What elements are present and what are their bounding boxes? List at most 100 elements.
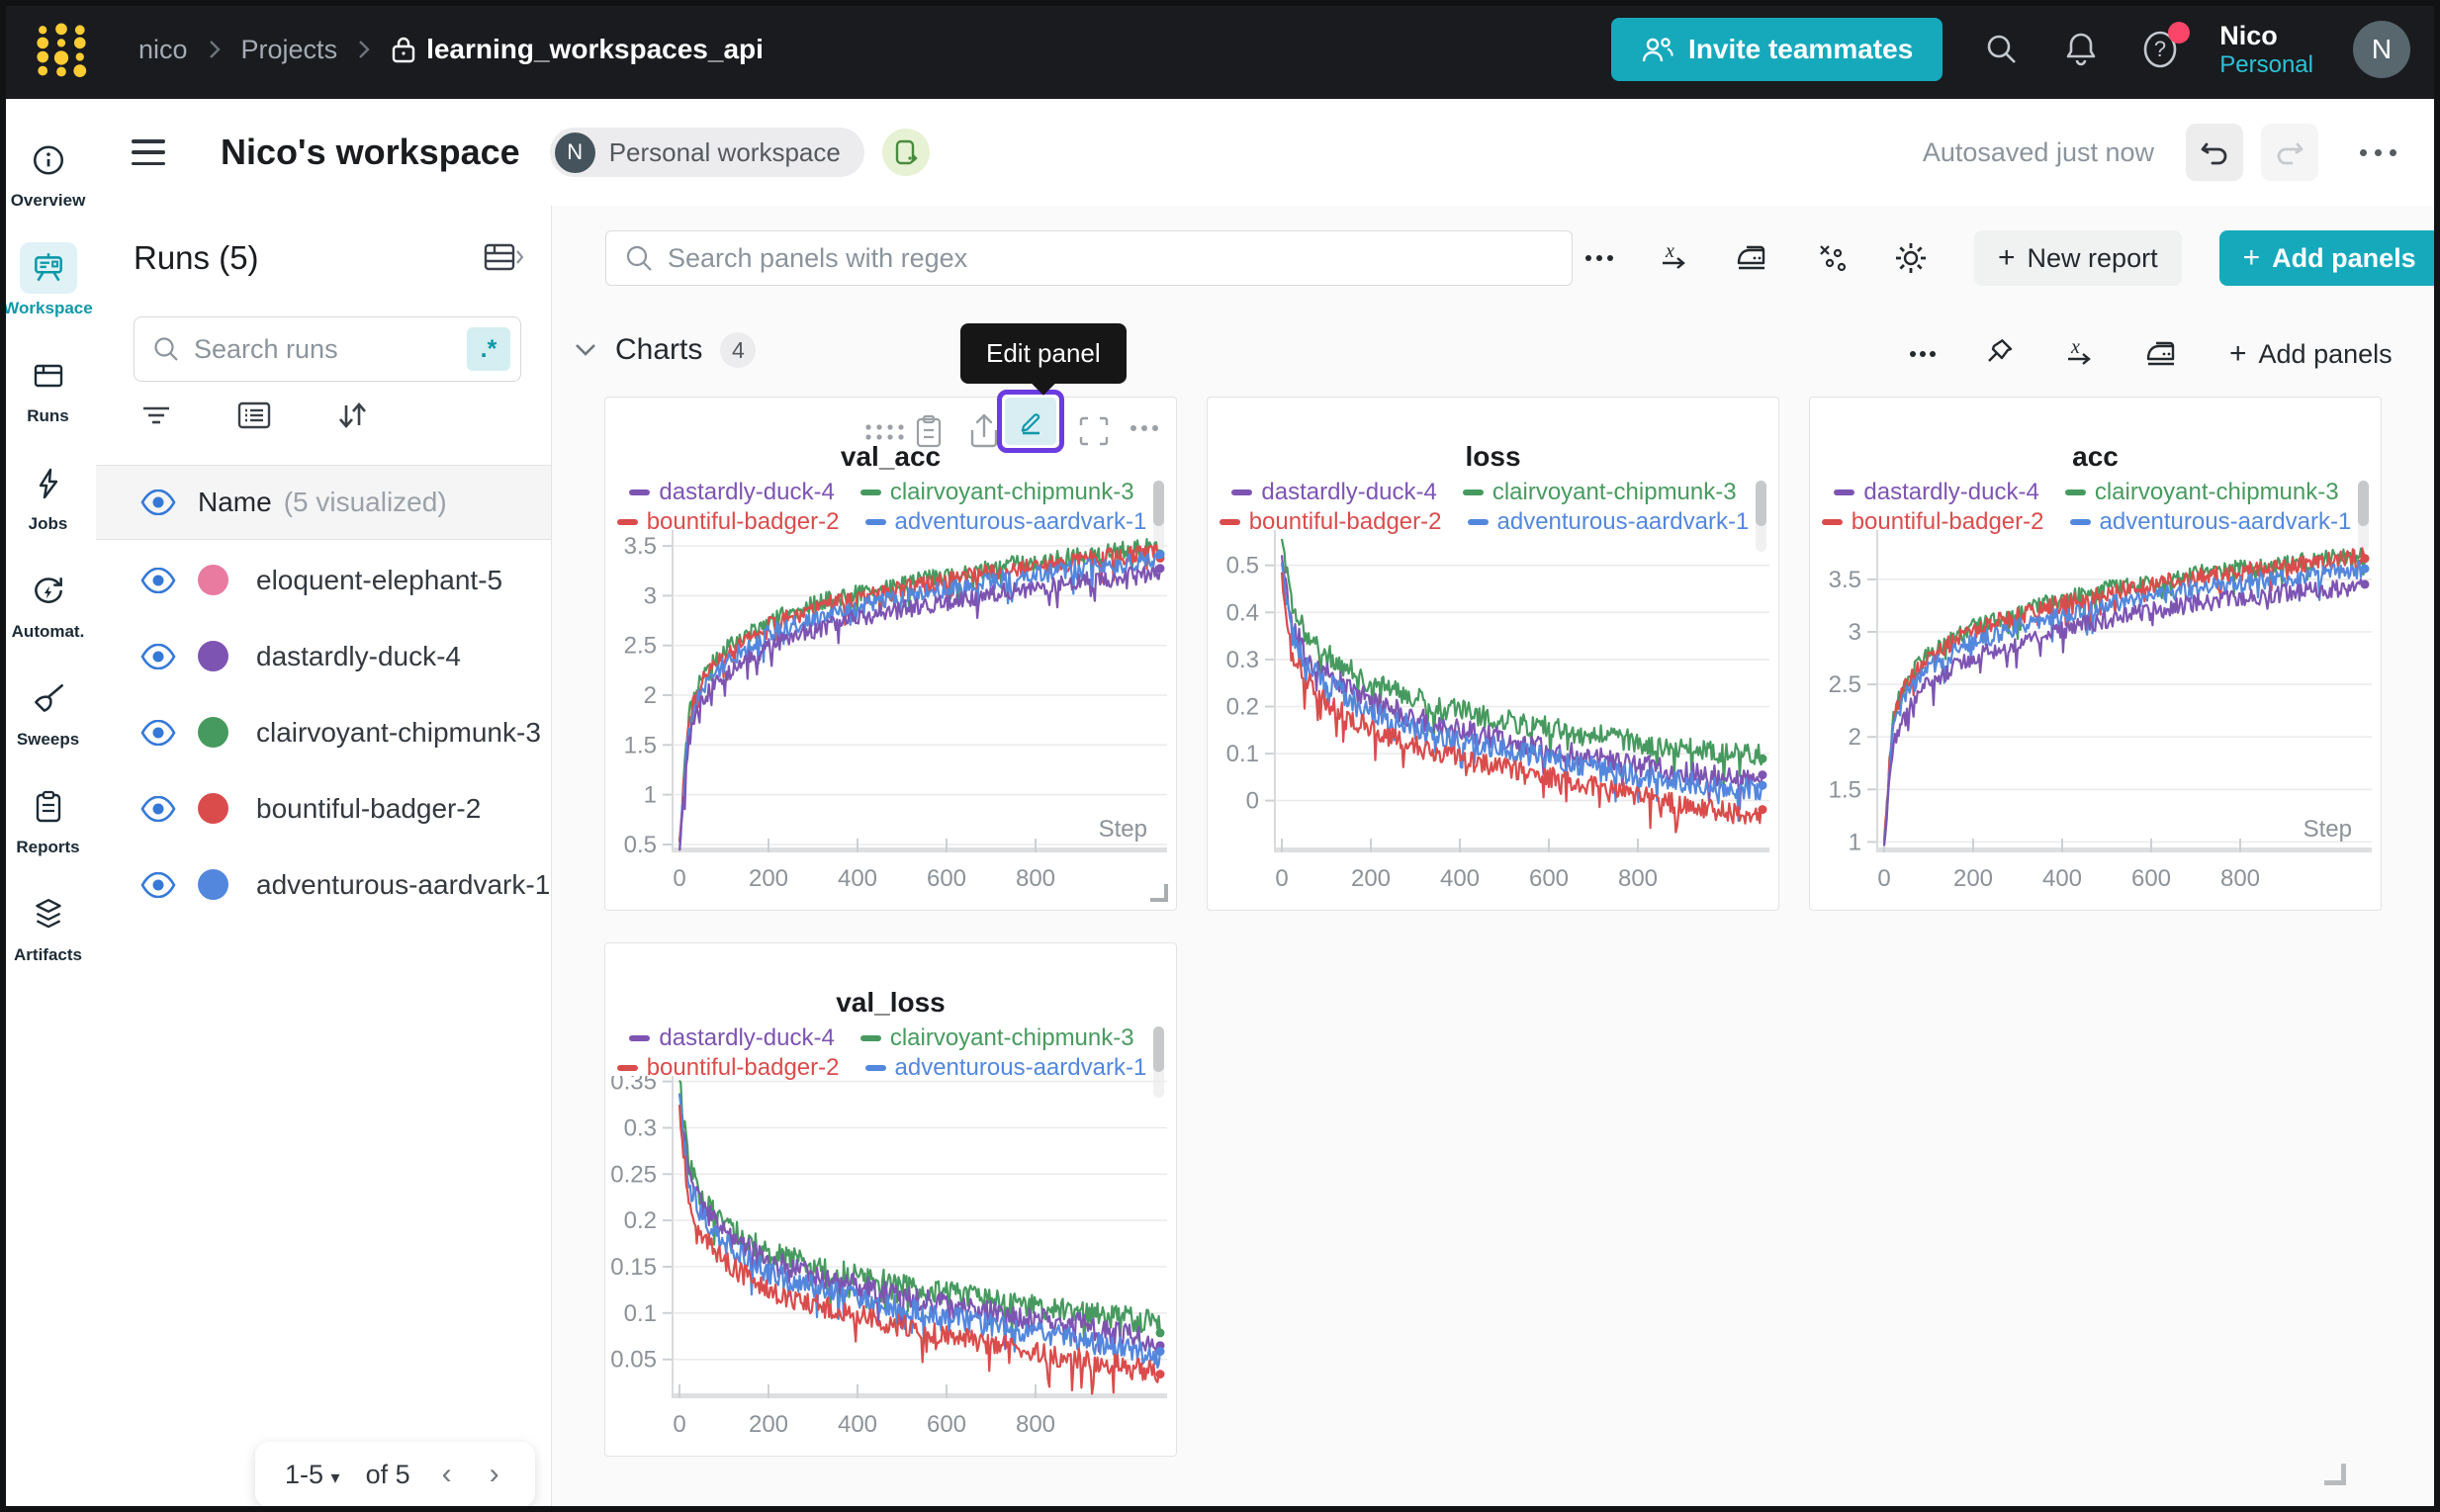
section-add-panels-button[interactable]: + Add panels [2229,339,2393,370]
svg-text:600: 600 [927,1411,966,1438]
wandb-logo[interactable] [30,19,93,80]
chart-plot[interactable]: 00.10.20.30.40.50200400600800 [1212,530,1771,898]
drag-handle-icon[interactable] [864,419,908,443]
panel-resize-handle[interactable] [1150,884,1168,902]
run-row[interactable]: bountiful-badger-2 [96,770,551,846]
sidebar-item-jobs[interactable]: Jobs [0,458,96,534]
legend-label: clairvoyant-chipmunk-3 [2095,479,2339,506]
settings-gear-icon[interactable] [1893,240,1929,276]
pagination-next-button[interactable]: › [484,1458,505,1491]
x-axis-icon[interactable]: x [1658,241,1691,275]
undo-button[interactable] [2186,124,2243,181]
workspace-badge[interactable]: N Personal workspace [550,128,864,177]
visibility-eye-icon[interactable] [140,720,176,746]
legend-item[interactable]: dastardly-duck-4 [1231,479,1436,506]
visibility-eye-icon[interactable] [140,568,176,593]
sidebar-item-workspace[interactable]: Workspace [0,242,96,318]
avatar[interactable]: N [2353,21,2410,78]
new-report-button[interactable]: + New report [1974,230,2182,286]
svg-text:800: 800 [1016,1411,1055,1438]
run-row[interactable]: eloquent-elephant-5 [96,542,551,618]
pagination-prev-button[interactable]: ‹ [436,1458,458,1491]
invite-teammates-button[interactable]: Invite teammates [1611,18,1943,81]
section-more-icon[interactable] [1909,349,1937,359]
chart-plot[interactable]: 11.522.533.50200400600800Step [1814,530,2374,898]
svg-text:0: 0 [673,865,685,892]
section-smoothing-iron-icon[interactable] [2144,337,2182,371]
redo-button[interactable] [2261,124,2318,181]
menu-icon[interactable] [132,139,165,165]
run-row[interactable]: dastardly-duck-4 [96,618,551,694]
panel-search-input[interactable] [668,243,1554,274]
svg-text:200: 200 [749,1411,788,1438]
visibility-eye-icon[interactable] [140,872,176,898]
visibility-eye-icon[interactable] [140,489,176,515]
legend-item[interactable]: clairvoyant-chipmunk-3 [860,1024,1134,1052]
runs-search-input[interactable] [194,334,467,365]
workspace-main: x + New report + Add panels Charts 4 [552,206,2440,1512]
breadcrumb-separator-icon [208,39,222,60]
run-row[interactable]: clairvoyant-chipmunk-3 [96,694,551,770]
workspace-more-icon[interactable] [1584,253,1614,263]
notifications-bell-icon[interactable] [2061,30,2101,69]
svg-text:3: 3 [644,582,657,609]
section-resize-handle[interactable] [2324,1464,2346,1485]
sidebar-item-automat[interactable]: Automat. [0,566,96,642]
svg-text:0: 0 [1246,788,1259,815]
svg-text:2.5: 2.5 [1829,671,1861,698]
legend-item[interactable]: clairvoyant-chipmunk-3 [1463,479,1737,506]
legend-item[interactable]: dastardly-duck-4 [629,479,834,506]
pagination-range-dropdown[interactable]: 1-5 ▾ [285,1460,340,1490]
smoothing-iron-icon[interactable] [1735,241,1772,275]
pin-section-icon[interactable] [1984,337,2016,371]
panel-more-icon[interactable] [1130,423,1159,433]
chart-panel-val-loss: val_loss dastardly-duck-4clairvoyant-chi… [604,942,1177,1457]
charts-section-label: Charts [615,333,702,367]
chart-plot[interactable]: 0.050.10.150.20.250.30.350200400600800 [609,1076,1169,1444]
charts-section-header[interactable]: Charts 4 [574,332,756,368]
breadcrumb-entity[interactable]: nico [138,35,188,65]
sort-icon[interactable] [335,400,369,431]
user-menu[interactable]: Nico Personal [2219,21,2313,79]
left-sidebar: Overview Workspace Runs Jobs Automat. Sweeps R… [0,99,96,1512]
group-list-icon[interactable] [236,400,272,431]
runs-name-header[interactable]: Name (5 visualized) [96,465,551,540]
runs-table-expand-button[interactable] [484,241,523,275]
section-x-axis-icon[interactable]: x [2063,337,2097,371]
search-icon[interactable] [1982,30,2022,69]
edit-panel-button[interactable] [997,390,1064,453]
header-more-icon[interactable] [2350,139,2406,166]
breadcrumb-separator-icon [357,39,371,60]
breadcrumb-project[interactable]: learning_workspaces_api [391,34,764,65]
sidebar-item-reports[interactable]: Reports [0,781,96,857]
filter-icon[interactable] [139,400,173,431]
svg-text:200: 200 [1351,865,1391,892]
add-panels-button[interactable]: + Add panels [2219,230,2440,286]
notification-dot [2168,22,2190,44]
sidebar-item-label: Overview [11,191,86,211]
plus-icon: + [2243,243,2261,273]
svg-text:3.5: 3.5 [624,533,657,560]
visibility-eye-icon[interactable] [140,644,176,669]
run-row[interactable]: adventurous-aardvark-1 [96,846,551,923]
sidebar-item-runs[interactable]: Runs [0,350,96,426]
svg-text:x: x [1665,241,1674,262]
legend-item[interactable]: clairvoyant-chipmunk-3 [860,479,1134,506]
sidebar-item-overview[interactable]: Overview [0,134,96,211]
outliers-icon[interactable] [1816,241,1850,275]
legend-item[interactable]: dastardly-duck-4 [1834,479,2038,506]
legend-item[interactable]: dastardly-duck-4 [629,1024,834,1052]
sidebar-item-artifacts[interactable]: Artifacts [0,889,96,965]
chart-plot[interactable]: 0.511.522.533.50200400600800Step [609,530,1169,898]
visibility-eye-icon[interactable] [140,796,176,822]
help-icon[interactable]: ? [2140,30,2180,69]
legend-label: dastardly-duck-4 [659,1024,834,1052]
svg-text:200: 200 [749,865,788,892]
run-color-dot [198,793,228,824]
breadcrumb-projects[interactable]: Projects [241,35,338,65]
runs-icon [20,350,77,401]
workspace-doc-icon[interactable] [882,129,930,176]
sidebar-item-sweeps[interactable]: Sweeps [0,673,96,750]
regex-toggle[interactable]: .* [467,327,510,371]
legend-item[interactable]: clairvoyant-chipmunk-3 [2065,479,2339,506]
